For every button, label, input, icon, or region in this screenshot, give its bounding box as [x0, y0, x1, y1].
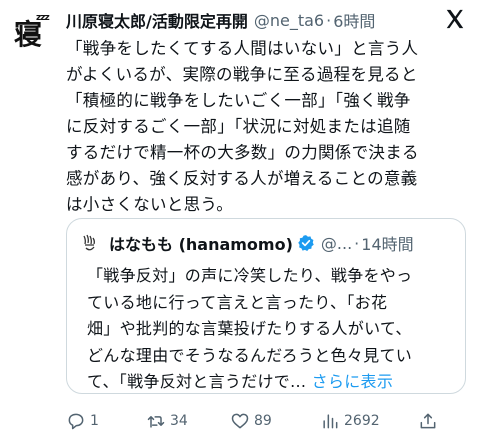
author-avatar[interactable]: 寝 zzz: [10, 10, 56, 56]
reply-count: 1: [90, 413, 99, 429]
tweet-header: 川原寝太郎/活動限定再開 @ne_ta6 · 6時間: [66, 8, 466, 32]
quoted-tweet[interactable]: はなもも (hanamomo) @... · 14時間 「戦争反対」の声に冷笑し…: [66, 218, 466, 394]
views-icon: [323, 414, 338, 429]
verified-badge-icon: [298, 235, 314, 251]
action-bar: 1 34 89 2692: [66, 404, 476, 438]
quote-handle[interactable]: @...: [321, 234, 352, 253]
quote-text: 「戦争反対」の声に冷笑したり、戦争をやっ ている地に行って言えと言ったり、「お花…: [87, 263, 457, 396]
quote-avatar-icon: [79, 232, 101, 254]
separator-dot: ·: [326, 10, 332, 30]
avatar-kanji: 寝: [14, 18, 43, 51]
share-icon: [420, 413, 436, 429]
like-count: 89: [254, 413, 272, 429]
like-button[interactable]: 89: [230, 411, 320, 431]
like-icon: [231, 413, 249, 429]
quote-author-name[interactable]: はなもも (hanamomo): [109, 231, 293, 255]
tweet-text: 「戦争をしたくてする人間はいない」と言う人 がよくいるが、実際の戦争に至る過程を…: [66, 39, 419, 214]
author-handle[interactable]: @ne_ta6: [254, 11, 324, 30]
quote-separator-dot: ·: [354, 233, 360, 253]
author-name[interactable]: 川原寝太郎/活動限定再開: [66, 8, 248, 32]
tweet-time[interactable]: 6時間: [333, 8, 375, 32]
quote-time[interactable]: 14時間: [361, 231, 413, 255]
avatar-zzz: zzz: [36, 13, 50, 23]
reply-icon: [68, 413, 84, 430]
reply-button[interactable]: 1: [66, 411, 146, 431]
retweet-count: 34: [170, 413, 188, 429]
share-button[interactable]: [418, 411, 446, 431]
quote-header: はなもも (hanamomo) @... · 14時間: [79, 231, 453, 255]
retweet-icon: [147, 416, 165, 428]
retweet-button[interactable]: 34: [146, 411, 230, 431]
x-logo-icon: [446, 9, 464, 29]
show-more-link[interactable]: さらに表示: [312, 372, 394, 391]
views-count: 2692: [344, 413, 380, 429]
views-button[interactable]: 2692: [320, 411, 418, 431]
